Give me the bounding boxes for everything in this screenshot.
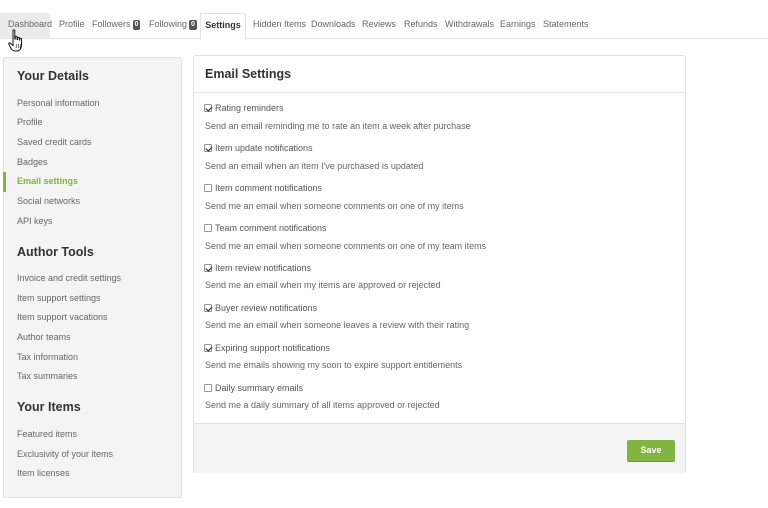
rating-reminders-label[interactable]: Rating reminders: [215, 103, 284, 113]
tab-withdrawals[interactable]: Withdrawals: [445, 13, 494, 38]
tab-settings[interactable]: Settings: [200, 13, 246, 40]
tab-label: Followers: [92, 19, 131, 29]
sidebar-item-email-settings[interactable]: Email settings: [17, 176, 78, 186]
expiring-support-notifications-label[interactable]: Expiring support notifications: [215, 343, 330, 353]
top-tab-bar: Dashboard Profile Followers 0 Following 0 …: [0, 0, 768, 40]
sidebar-item-personal-information[interactable]: Personal information: [17, 98, 100, 108]
tab-label: Following: [149, 19, 188, 29]
item-review-notifications-label[interactable]: Item review notifications: [215, 263, 311, 273]
tab-label: Earnings: [500, 19, 536, 29]
sidebar-item-item-support-vacations[interactable]: Item support vacations: [17, 312, 108, 322]
tab-earnings[interactable]: Earnings: [500, 13, 536, 38]
tab-downloads[interactable]: Downloads: [311, 13, 356, 38]
tab-label: Settings: [205, 20, 241, 30]
sidebar-item-saved-credit-cards[interactable]: Saved credit cards: [17, 137, 92, 147]
item-update-notifications-description: Send an email when an item I've purchase…: [205, 161, 424, 171]
tab-followers[interactable]: Followers 0: [92, 13, 141, 38]
sidebar-item-tax-information[interactable]: Tax information: [17, 352, 78, 362]
hand-pointer-icon: [8, 29, 22, 52]
panel-footer: Save: [194, 423, 685, 473]
sidebar-item-social-networks[interactable]: Social networks: [17, 196, 80, 206]
sidebar-item-badges[interactable]: Badges: [17, 157, 48, 167]
section-title-your-details: Your Details: [17, 69, 90, 83]
team-comment-notifications-label[interactable]: Team comment notifications: [215, 223, 327, 233]
tab-hidden-items[interactable]: Hidden Items: [253, 13, 306, 38]
sidebar-item-item-support-settings[interactable]: Item support settings: [17, 293, 101, 303]
team-comment-notifications-description: Send me an email when someone comments o…: [205, 241, 487, 251]
section-title-your-items: Your Items: [17, 400, 81, 414]
daily-summary-emails-label[interactable]: Daily summary emails: [215, 383, 303, 393]
expiring-support-notifications-checkbox[interactable]: [204, 344, 212, 352]
tab-label: Profile: [59, 19, 85, 29]
buyer-review-notifications-description: Send me an email when someone leaves a r…: [205, 320, 470, 330]
count-badge: 0: [189, 20, 197, 30]
sidebar-item-item-licenses[interactable]: Item licenses: [17, 468, 70, 478]
sidebar-item-author-teams[interactable]: Author teams: [17, 332, 71, 342]
tab-label: Withdrawals: [445, 19, 495, 29]
panel-header: Email Settings: [194, 56, 685, 93]
item-review-notifications-description: Send me an email when my items are appro…: [205, 280, 441, 290]
sidebar-item-api-keys[interactable]: API keys: [17, 216, 53, 226]
page-title: Email Settings: [205, 67, 292, 81]
tab-reviews[interactable]: Reviews: [362, 13, 396, 38]
tab-label: Refunds: [404, 19, 438, 29]
tab-statements[interactable]: Statements: [543, 13, 589, 38]
team-comment-notifications-checkbox[interactable]: [204, 224, 212, 232]
sidebar-item-tax-summaries[interactable]: Tax summaries: [17, 371, 78, 381]
count-badge: 0: [132, 20, 141, 30]
save-button[interactable]: Save: [627, 440, 675, 461]
daily-summary-emails-checkbox[interactable]: [204, 384, 212, 392]
item-comment-notifications-label[interactable]: Item comment notifications: [215, 183, 322, 193]
rating-reminders-checkbox[interactable]: [204, 104, 212, 112]
tab-following[interactable]: Following 0: [149, 13, 197, 38]
item-comment-notifications-description: Send me an email when someone comments o…: [205, 201, 464, 211]
section-title-author-tools: Author Tools: [17, 245, 94, 259]
tab-label: Dashboard: [8, 19, 53, 29]
settings-sidebar: Your Details Personal information Profil…: [3, 57, 182, 498]
tab-label: Reviews: [362, 19, 397, 29]
expiring-support-notifications-description: Send me emails showing my soon to expire…: [205, 360, 463, 370]
item-comment-notifications-checkbox[interactable]: [204, 184, 212, 192]
sidebar-item-invoice-and-credit-settings[interactable]: Invoice and credit settings: [17, 273, 121, 283]
buyer-review-notifications-label[interactable]: Buyer review notifications: [215, 303, 317, 313]
tab-profile[interactable]: Profile: [59, 13, 85, 38]
sidebar-item-featured-items[interactable]: Featured items: [17, 429, 77, 439]
email-settings-panel: Email Settings Rating reminders Send an …: [193, 55, 686, 473]
buyer-review-notifications-checkbox[interactable]: [204, 304, 212, 312]
daily-summary-emails-description: Send me a daily summary of all items app…: [205, 400, 440, 410]
item-update-notifications-checkbox[interactable]: [204, 144, 212, 152]
tab-label: Downloads: [311, 19, 356, 29]
tab-label: Statements: [543, 19, 589, 29]
sidebar-item-profile[interactable]: Profile: [17, 117, 43, 127]
tab-refunds[interactable]: Refunds: [404, 13, 438, 38]
item-update-notifications-label[interactable]: Item update notifications: [215, 143, 313, 153]
rating-reminders-description: Send an email reminding me to rate an it…: [205, 121, 471, 131]
sidebar-item-exclusivity-of-your-items[interactable]: Exclusivity of your items: [17, 449, 113, 459]
item-review-notifications-checkbox[interactable]: [204, 264, 212, 272]
active-indicator: [3, 172, 6, 192]
tab-label: Hidden Items: [253, 19, 307, 29]
